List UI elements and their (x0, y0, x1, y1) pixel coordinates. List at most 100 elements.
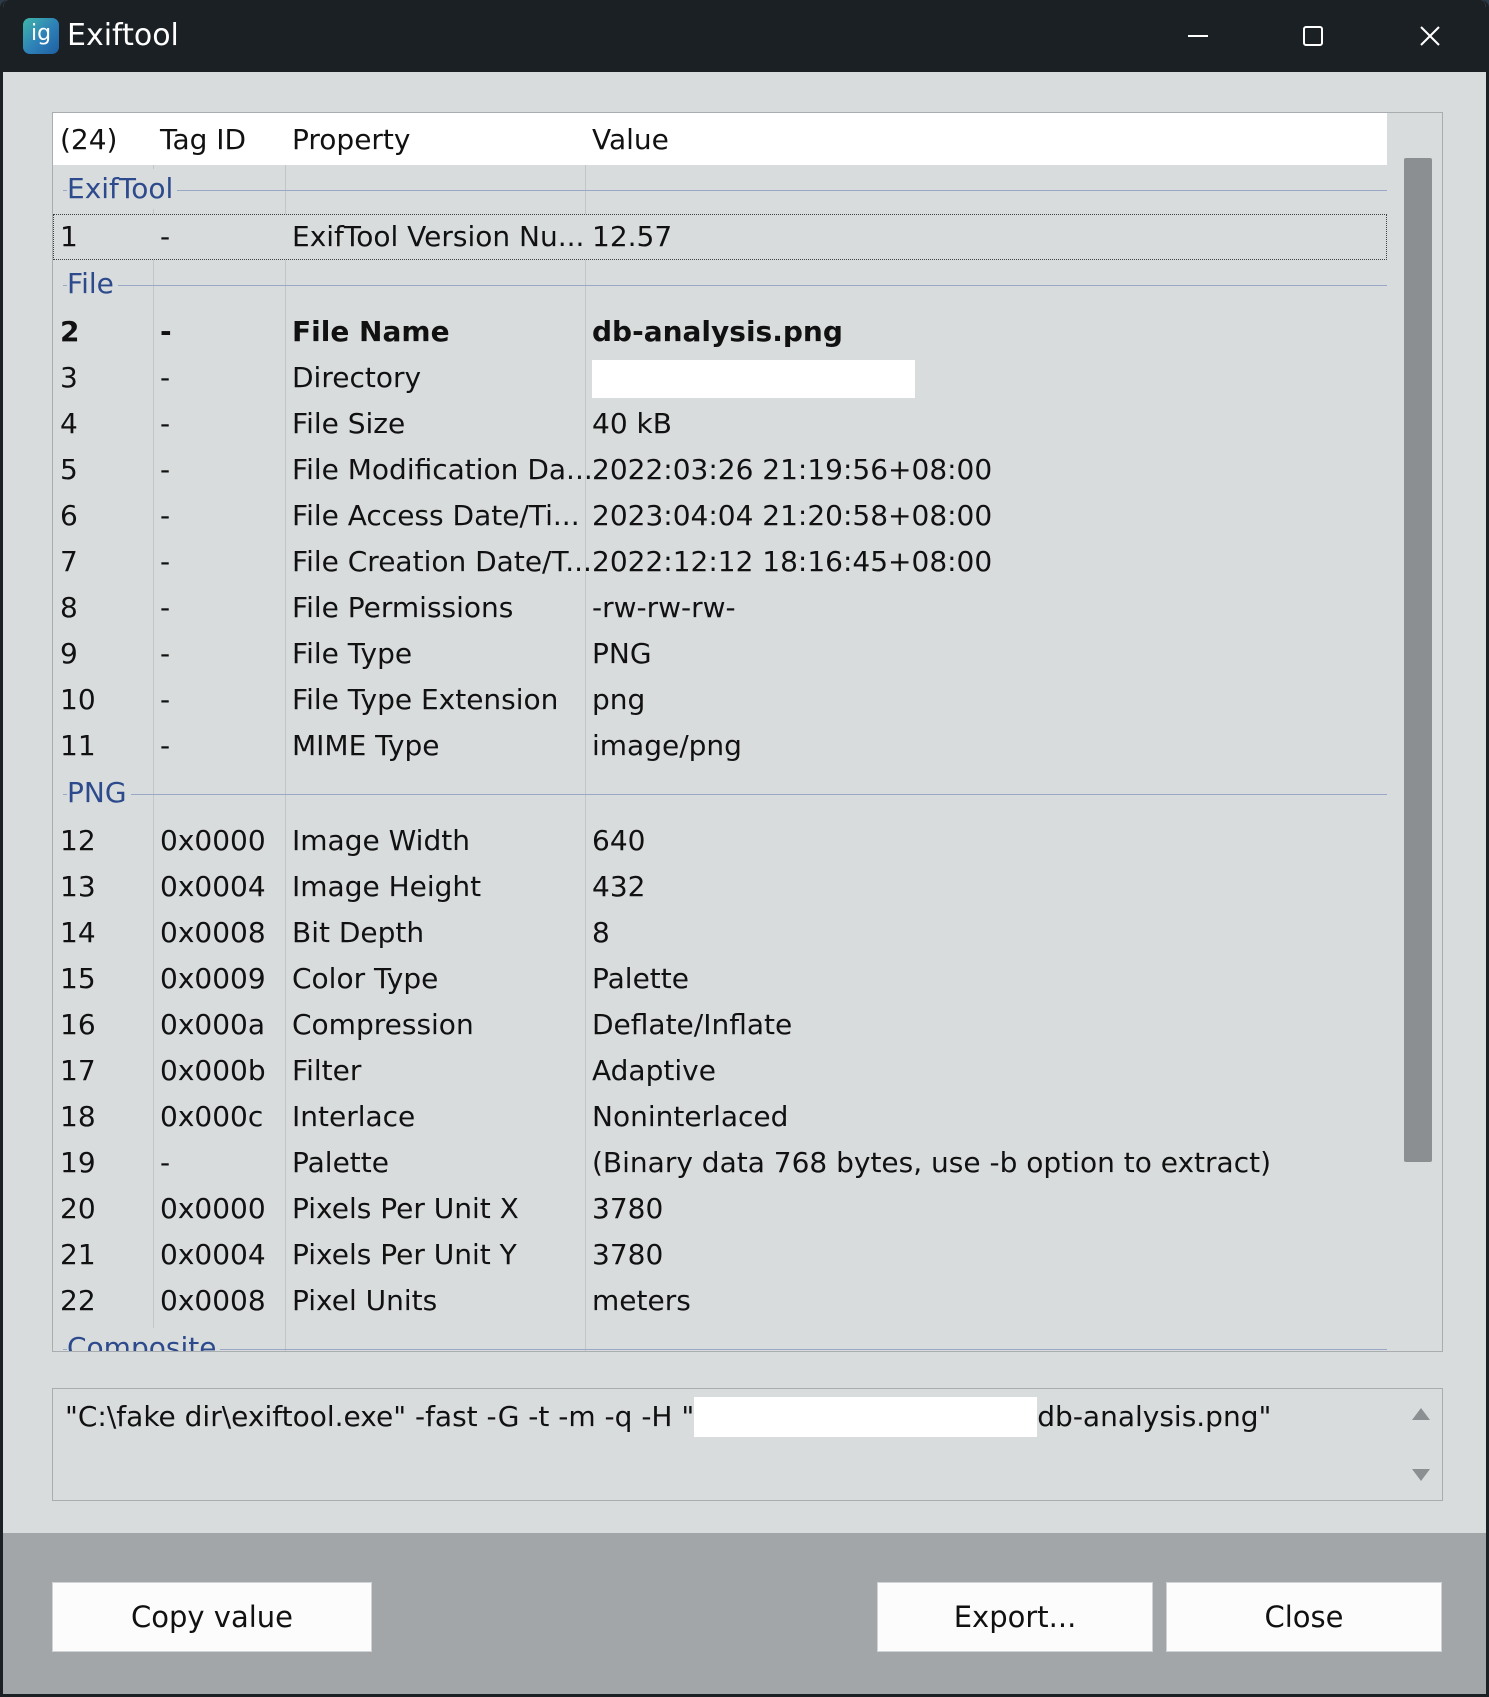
export-button[interactable]: Export... (877, 1582, 1153, 1652)
row-tag-id: 0x000c (160, 1100, 264, 1133)
table-row[interactable]: 7 - File Creation Date/T... 2022:12:12 18:1… (53, 539, 1387, 585)
command-suffix: db-analysis.png" (1037, 1400, 1272, 1433)
button-bar: Copy value Export... Close (3, 1533, 1486, 1694)
maximize-icon (1303, 26, 1323, 46)
row-value: 12.57 (592, 220, 673, 253)
row-number: 18 (60, 1100, 96, 1133)
row-value: -rw-rw-rw- (592, 591, 736, 624)
header-count[interactable]: (24) (60, 113, 117, 165)
row-number: 21 (60, 1238, 96, 1271)
row-property: ExifTool Version Nu... (292, 220, 585, 253)
row-tag-id: 0x000a (160, 1008, 265, 1041)
table-row[interactable]: 19 - Palette (Binary data 768 bytes, use -b… (53, 1140, 1387, 1186)
metadata-table[interactable]: (24) Tag ID Property Value ExifTool 1 - Exi… (52, 112, 1443, 1352)
row-value: 2022:03:26 21:19:56+08:00 (592, 453, 993, 486)
row-property: Pixels Per Unit Y (292, 1238, 517, 1271)
header-value[interactable]: Value (592, 113, 669, 165)
row-number: 2 (60, 315, 80, 348)
table-row[interactable]: 1 - ExifTool Version Nu... 12.57 (53, 214, 1387, 260)
table-row[interactable]: 15 0x0009 Color Type Palette (53, 956, 1387, 1002)
row-property: Palette (292, 1146, 389, 1179)
row-value: Palette (592, 962, 689, 995)
row-value: 432 (592, 870, 646, 903)
group-label: PNG (67, 773, 131, 813)
table-row[interactable]: 9 - File Type PNG (53, 631, 1387, 677)
table-row[interactable]: 20 0x0000 Pixels Per Unit X 3780 (53, 1186, 1387, 1232)
table-row[interactable]: 11 - MIME Type image/png (53, 723, 1387, 769)
command-prefix: "C:\fake dir\exiftool.exe" -fast -G -t -… (65, 1400, 695, 1433)
table-row[interactable]: 21 0x0004 Pixels Per Unit Y 3780 (53, 1232, 1387, 1278)
command-scrollbar[interactable] (1398, 1389, 1442, 1500)
title-bar[interactable]: ig Exiftool (3, 0, 1486, 72)
group-divider (63, 1349, 1387, 1350)
row-tag-id: - (160, 499, 171, 532)
copy-value-button[interactable]: Copy value (52, 1582, 372, 1652)
table-row[interactable]: 8 - File Permissions -rw-rw-rw- (53, 585, 1387, 631)
table-row[interactable]: 6 - File Access Date/Ti... 2023:04:04 21:20… (53, 493, 1387, 539)
row-value: Noninterlaced (592, 1100, 789, 1133)
row-property: Color Type (292, 962, 439, 995)
row-tag-id: - (160, 361, 171, 394)
row-tag-id: - (160, 453, 171, 486)
row-property: File Type (292, 637, 413, 670)
header-tag-id[interactable]: Tag ID (160, 113, 246, 165)
table-row[interactable]: 18 0x000c Interlace Noninterlaced (53, 1094, 1387, 1140)
row-number: 9 (60, 637, 78, 670)
row-property: Image Height (292, 870, 482, 903)
row-number: 19 (60, 1146, 96, 1179)
table-header: (24) Tag ID Property Value (53, 113, 1387, 165)
row-number: 5 (60, 453, 78, 486)
row-value: 2023:04:04 21:20:58+08:00 (592, 499, 993, 532)
table-row[interactable]: 3 - Directory (53, 355, 1387, 401)
scrollbar-thumb[interactable] (1404, 158, 1432, 1162)
scroll-down-icon[interactable] (1412, 1469, 1430, 1481)
table-row[interactable]: 17 0x000b Filter Adaptive (53, 1048, 1387, 1094)
group-label: File (67, 264, 118, 304)
window-title: Exiftool (67, 18, 179, 53)
group-divider (63, 285, 1387, 286)
row-tag-id: 0x0008 (160, 1284, 266, 1317)
row-value: 40 kB (592, 407, 672, 440)
row-tag-id: - (160, 220, 171, 253)
row-value: 2022:12:12 18:16:45+08:00 (592, 545, 993, 578)
row-tag-id: 0x0008 (160, 916, 266, 949)
row-number: 17 (60, 1054, 96, 1087)
table-scrollbar[interactable] (1394, 113, 1442, 1351)
row-number: 1 (60, 220, 78, 253)
row-property: Directory (292, 361, 422, 394)
row-tag-id: - (160, 683, 171, 716)
close-window-button[interactable] (1372, 0, 1486, 72)
table-row[interactable]: 5 - File Modification Da... 2022:03:26 21:1… (53, 447, 1387, 493)
group-label: ExifTool (67, 169, 178, 209)
table-row[interactable]: 22 0x0008 Pixel Units meters (53, 1278, 1387, 1324)
row-tag-id: 0x000b (160, 1054, 266, 1087)
row-number: 10 (60, 683, 96, 716)
row-value: 3780 (592, 1192, 664, 1225)
header-property[interactable]: Property (292, 113, 410, 165)
row-property: Pixel Units (292, 1284, 438, 1317)
row-tag-id: - (160, 637, 171, 670)
table-row[interactable]: 14 0x0008 Bit Depth 8 (53, 910, 1387, 956)
row-property: Bit Depth (292, 916, 425, 949)
row-tag-id: - (160, 545, 171, 578)
row-number: 3 (60, 361, 78, 394)
command-line-box[interactable]: "C:\fake dir\exiftool.exe" -fast -G -t -… (52, 1388, 1443, 1501)
row-property: Interlace (292, 1100, 416, 1133)
maximize-button[interactable] (1255, 0, 1371, 72)
close-button[interactable]: Close (1166, 1582, 1442, 1652)
minimize-button[interactable] (1140, 0, 1256, 72)
table-row[interactable]: 4 - File Size 40 kB (53, 401, 1387, 447)
row-value: Deflate/Inflate (592, 1008, 793, 1041)
scroll-up-icon[interactable] (1412, 1408, 1430, 1420)
table-row[interactable]: 12 0x0000 Image Width 640 (53, 818, 1387, 864)
table-row[interactable]: 2 - File Name db-analysis.png (53, 309, 1387, 355)
row-property: MIME Type (292, 729, 440, 762)
table-body: ExifTool 1 - ExifTool Version Nu... 12.57 Fil… (53, 165, 1387, 1351)
row-value: png (592, 683, 646, 716)
table-row[interactable]: 13 0x0004 Image Height 432 (53, 864, 1387, 910)
row-value: 640 (592, 824, 646, 857)
row-number: 15 (60, 962, 96, 995)
table-row[interactable]: 10 - File Type Extension png (53, 677, 1387, 723)
table-row[interactable]: 16 0x000a Compression Deflate/Inflate (53, 1002, 1387, 1048)
row-tag-id: - (160, 1146, 171, 1179)
